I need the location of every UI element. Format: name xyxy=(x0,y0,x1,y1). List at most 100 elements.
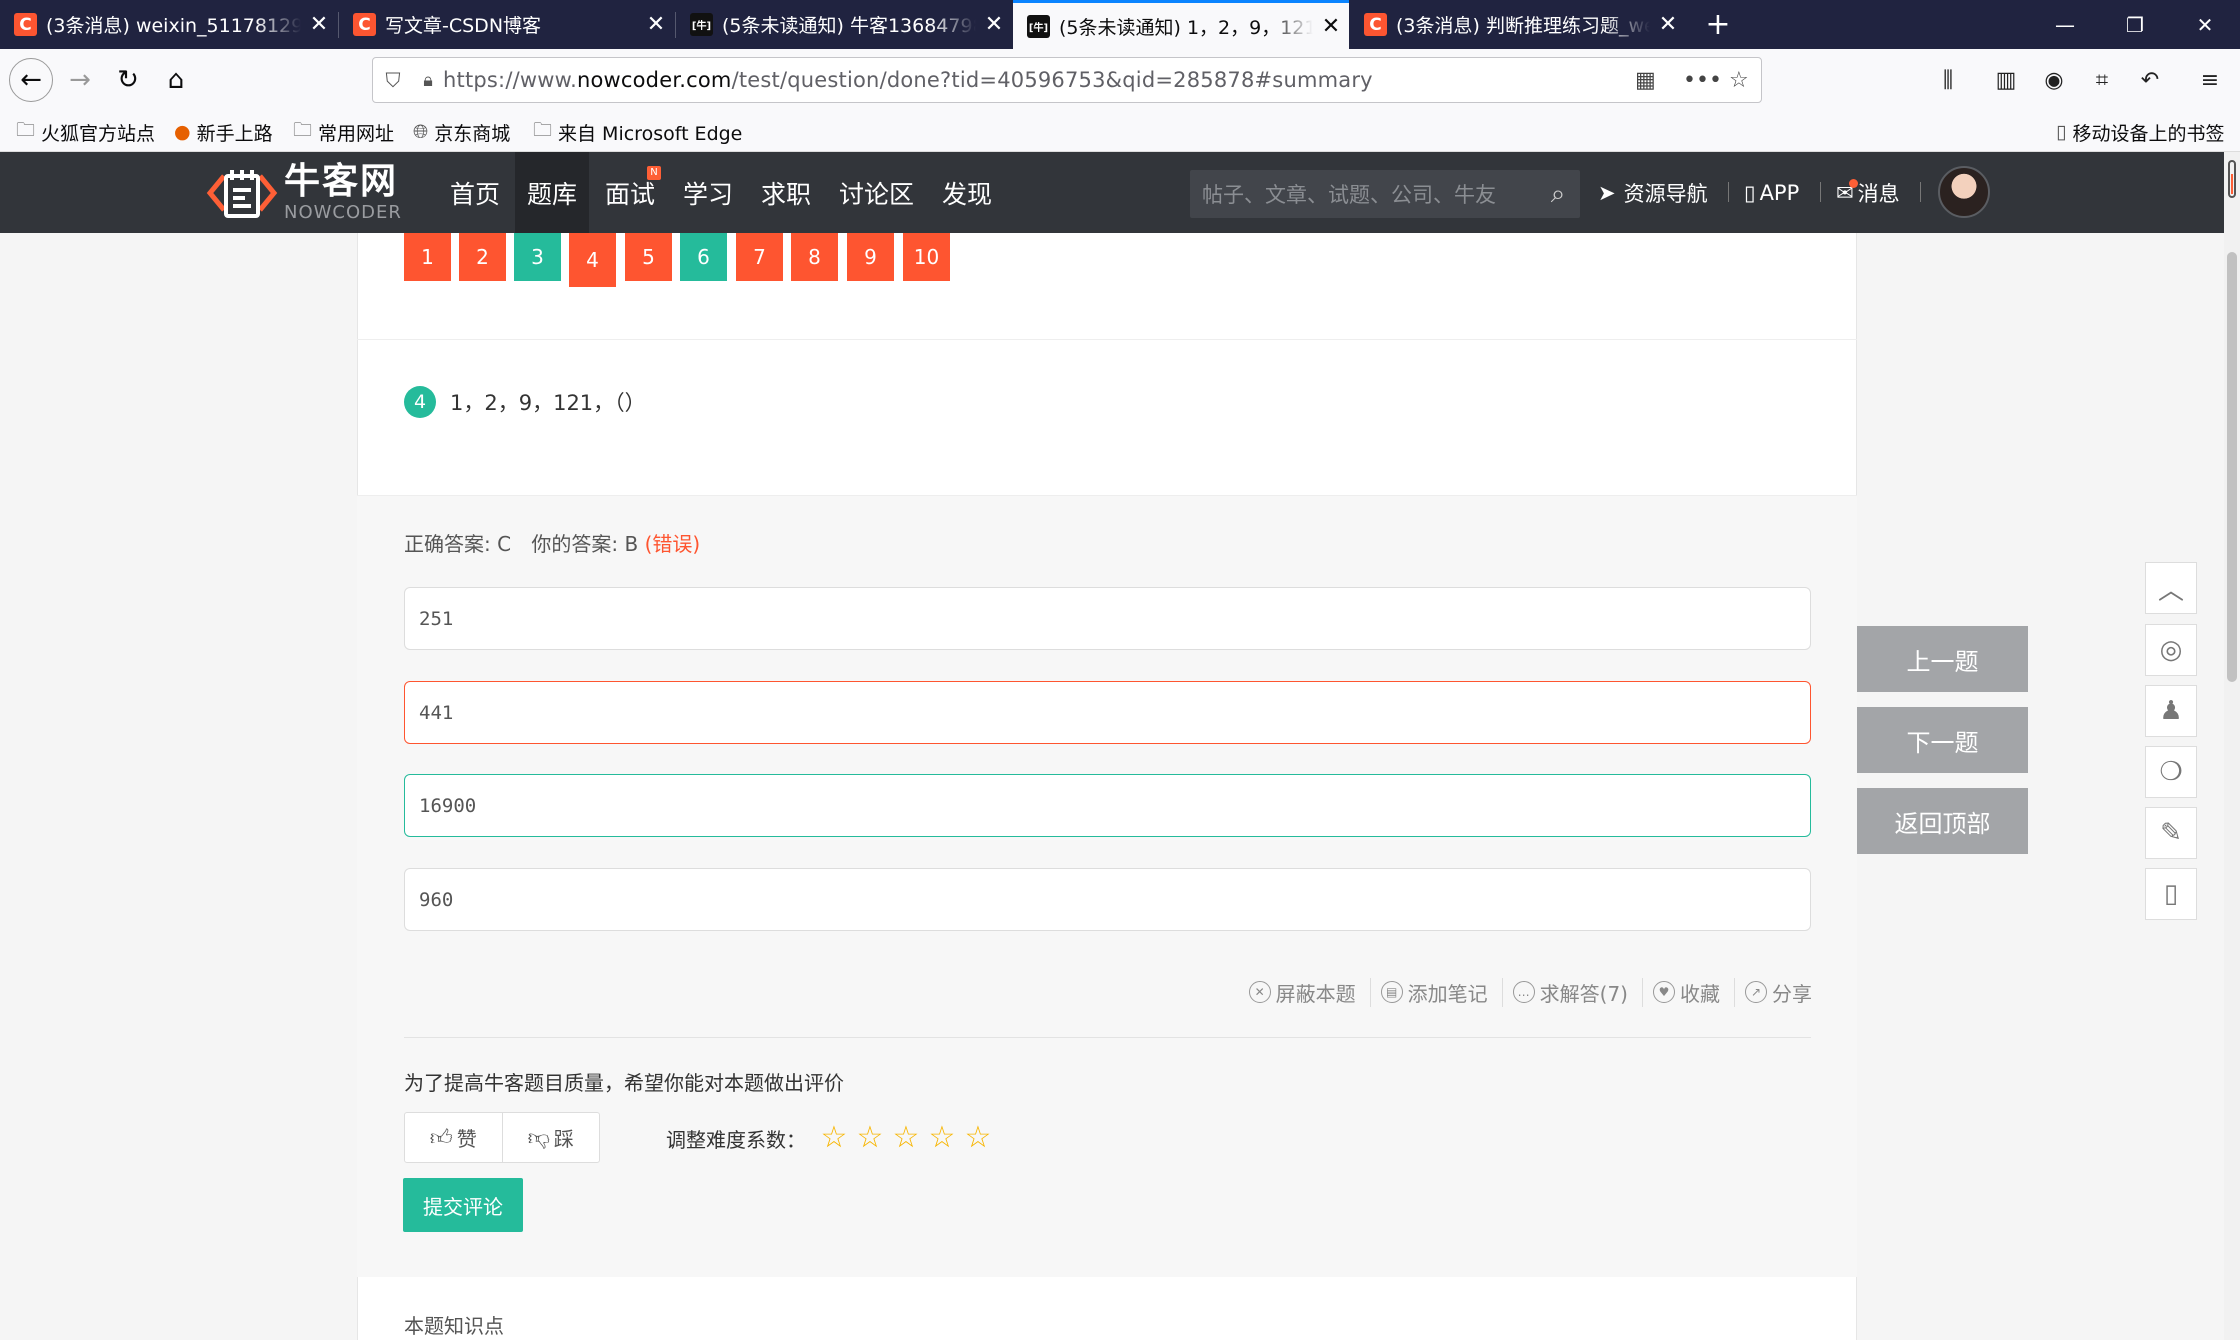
account-icon[interactable]: ◉ xyxy=(2034,58,2074,102)
question-nav-9[interactable]: 9 xyxy=(847,233,894,281)
qr-code-icon[interactable]: ▦ xyxy=(1635,58,1656,102)
scroll-up-icon[interactable]: ︿ xyxy=(2145,562,2197,614)
mobile-bookmarks[interactable]: ▯ 移动设备上的书签 xyxy=(2056,117,2224,147)
tab-title: (3条消息) weixin_51178129的 xyxy=(46,15,301,37)
logo-en-text: NOWCODER xyxy=(284,201,402,223)
question-nav-7[interactable]: 7 xyxy=(736,233,783,281)
nav-learn[interactable]: 学习 xyxy=(671,152,745,233)
question-nav-6[interactable]: 6 xyxy=(680,233,727,281)
reload-button[interactable]: ↻ xyxy=(106,58,150,102)
minimize-window-button[interactable]: — xyxy=(2030,0,2100,49)
edit-pen-icon[interactable]: ✎ xyxy=(2145,807,2197,859)
lock-icon[interactable]: 🔒︎ xyxy=(413,70,443,91)
bookmark-firefox-site[interactable]: 🗀 火狐官方站点 xyxy=(16,117,155,147)
bookmark-star-icon[interactable]: ☆ xyxy=(1729,58,1749,102)
option-c-correct[interactable]: 16900 xyxy=(404,774,1811,837)
nav-question-bank[interactable]: 题库 xyxy=(515,152,590,233)
option-d[interactable]: 960 xyxy=(404,868,1811,931)
submit-comment-button[interactable]: 提交评论 xyxy=(403,1178,523,1232)
back-to-top-button[interactable]: 返回顶部 xyxy=(1857,788,2028,854)
star-icon[interactable]: ☆ xyxy=(888,1119,924,1157)
close-tab-icon[interactable]: ✕ xyxy=(1650,12,1686,37)
next-question-button[interactable]: 下一题 xyxy=(1857,707,2028,773)
tab-title: (5条未读通知) 牛客136847985 xyxy=(722,15,976,37)
url-bar[interactable]: ⛉ 🔒︎ https://www.nowcoder.com/test/quest… xyxy=(372,57,1762,103)
star-icon[interactable]: ☆ xyxy=(816,1119,852,1157)
home-button[interactable]: ⌂ xyxy=(154,58,198,102)
weibo-icon[interactable]: ◎ xyxy=(2145,624,2197,676)
forward-button[interactable]: → xyxy=(58,58,102,102)
nav-interview[interactable]: 面试 N xyxy=(593,152,667,233)
screenshot-crop-icon[interactable]: ⌗ xyxy=(2082,58,2122,102)
back-button[interactable]: ← xyxy=(9,58,53,102)
nav-jobs[interactable]: 求职 xyxy=(749,152,823,233)
scroll-indicator-icon xyxy=(2228,160,2236,198)
question-nav-5[interactable]: 5 xyxy=(625,233,672,281)
nav-discover[interactable]: 发现 xyxy=(930,152,1004,233)
tracking-shield-icon[interactable]: ⛉ xyxy=(373,68,413,92)
close-tab-icon[interactable]: ✕ xyxy=(1313,14,1349,39)
mobile-icon[interactable]: ▯ xyxy=(2145,868,2197,920)
question-stem: 4 1，2，9，121，（） xyxy=(404,386,646,418)
sidebar-icon[interactable]: ▥ xyxy=(1986,58,2026,102)
browser-tab-5[interactable]: C (3条消息) 判断推理练习题_wei ✕ xyxy=(1350,0,1686,49)
folder-icon: 🗀 xyxy=(533,119,553,141)
folder-icon: 🗀 xyxy=(16,119,36,141)
app-link[interactable]: ▯ APP xyxy=(1744,152,1799,233)
star-icon[interactable]: ☆ xyxy=(852,1119,888,1157)
close-tab-icon[interactable]: ✕ xyxy=(301,12,337,37)
close-window-button[interactable]: ✕ xyxy=(2170,0,2240,49)
folder-icon: 🗀 xyxy=(293,119,313,141)
messages-link[interactable]: ✉ 消息 xyxy=(1836,152,1900,233)
star-icon[interactable]: ☆ xyxy=(960,1119,996,1157)
search-icon[interactable]: ⌕ xyxy=(1536,179,1580,210)
question-nav-1[interactable]: 1 xyxy=(404,233,451,281)
favorite-button[interactable]: ♥ 收藏 xyxy=(1642,977,1720,1007)
user-avatar[interactable] xyxy=(1938,166,1990,218)
restore-window-button[interactable]: ❐ xyxy=(2100,0,2170,49)
block-question-button[interactable]: ✕ 屏蔽本题 xyxy=(1248,978,1356,1007)
bookmark-getting-started[interactable]: ● 新手上路 xyxy=(174,117,273,147)
nav-home[interactable]: 首页 xyxy=(438,152,512,233)
new-tab-button[interactable]: + xyxy=(1696,0,1740,49)
close-tab-icon[interactable]: ✕ xyxy=(976,12,1012,37)
qq-icon[interactable]: ♟ xyxy=(2145,685,2197,737)
site-search-input[interactable]: 帖子、文章、试题、公司、牛友 ⌕ xyxy=(1190,170,1580,218)
bookmark-edge-folder[interactable]: 🗀 来自 Microsoft Edge xyxy=(533,117,742,147)
bookmark-jd[interactable]: 🌐︎ 京东商城 xyxy=(413,117,510,147)
library-icon[interactable]: ⫼ xyxy=(1928,58,1968,102)
nav-discussion[interactable]: 讨论区 xyxy=(827,152,926,233)
browser-tab-1[interactable]: C (3条消息) weixin_51178129的 ✕ xyxy=(0,0,337,49)
question-nav-2[interactable]: 2 xyxy=(459,233,506,281)
note-icon: ▤ xyxy=(1380,981,1403,1003)
knowledge-points-title: 本题知识点 xyxy=(404,1314,504,1338)
url-text[interactable]: https://www.nowcoder.com/test/question/d… xyxy=(443,68,1373,92)
browser-tab-2[interactable]: C 写文章-CSDN博客 ✕ xyxy=(339,0,674,49)
add-note-button[interactable]: ▤ 添加笔记 xyxy=(1369,977,1488,1007)
nowcoder-favicon-icon: [牛] xyxy=(690,13,713,36)
like-button[interactable]: 👍︎ 赞 xyxy=(405,1113,502,1162)
share-button[interactable]: ↗ 分享 xyxy=(1734,977,1812,1007)
question-nav-10[interactable]: 10 xyxy=(903,233,950,281)
undo-icon[interactable]: ↶ xyxy=(2130,58,2170,102)
nowcoder-logo[interactable]: 牛客网 NOWCODER xyxy=(206,162,402,224)
question-nav-4-current[interactable]: 4 xyxy=(569,233,616,287)
option-a[interactable]: 251 xyxy=(404,587,1811,650)
option-b-selected-wrong[interactable]: 441 xyxy=(404,681,1811,744)
prev-question-button[interactable]: 上一题 xyxy=(1857,626,2028,692)
question-nav-8[interactable]: 8 xyxy=(791,233,838,281)
hamburger-menu-icon[interactable]: ≡ xyxy=(2190,58,2230,102)
close-tab-icon[interactable]: ✕ xyxy=(638,12,674,37)
resource-nav-link[interactable]: ➤ 资源导航 xyxy=(1598,152,1708,233)
bookmark-common-sites[interactable]: 🗀 常用网址 xyxy=(293,117,394,147)
scrollbar-thumb[interactable] xyxy=(2227,252,2237,682)
dislike-button[interactable]: 👎︎ 踩 xyxy=(501,1113,600,1162)
ask-answer-button[interactable]: … 求解答(7) xyxy=(1501,977,1628,1007)
star-icon[interactable]: ☆ xyxy=(924,1119,960,1157)
wechat-icon[interactable]: ❍ xyxy=(2145,746,2197,798)
browser-tab-3[interactable]: [牛] (5条未读通知) 牛客136847985 ✕ xyxy=(676,0,1012,49)
browser-tab-4-active[interactable]: [牛] (5条未读通知) 1，2，9，121 ✕ xyxy=(1013,0,1349,49)
page-actions-menu-icon[interactable]: ••• xyxy=(1683,58,1722,102)
page-scrollbar[interactable] xyxy=(2224,152,2240,1340)
question-nav-3[interactable]: 3 xyxy=(514,233,561,281)
